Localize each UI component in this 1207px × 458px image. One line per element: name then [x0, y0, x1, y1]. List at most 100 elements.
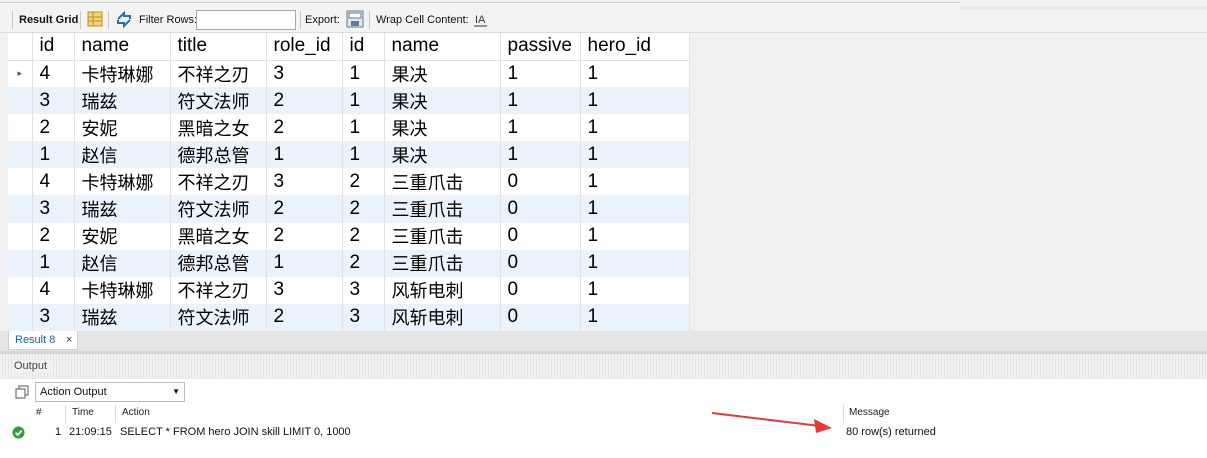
cell-passive[interactable]: 0 [500, 168, 581, 196]
row-marker[interactable] [8, 114, 33, 142]
cell-skill-id[interactable]: 1 [342, 87, 385, 115]
cell-name[interactable]: 卡特琳娜 [74, 276, 171, 304]
table-row[interactable]: 1 赵信 德邦总管 1 1 果决 1 1 [8, 141, 690, 169]
result-tab[interactable]: Result 8 × [8, 331, 78, 350]
cell-skill-id[interactable]: 3 [342, 276, 385, 304]
cell-hero-id[interactable]: 1 [580, 168, 690, 196]
close-icon[interactable]: × [66, 331, 72, 349]
cell-id[interactable]: 4 [32, 276, 75, 304]
cell-skill-name[interactable]: 三重爪击 [384, 168, 501, 196]
grid-view-icon[interactable] [86, 10, 104, 28]
cell-title[interactable]: 不祥之刃 [170, 276, 267, 304]
cell-skill-id[interactable]: 3 [342, 303, 385, 331]
cell-id[interactable]: 2 [32, 222, 75, 250]
cell-role-id[interactable]: 3 [266, 276, 343, 304]
cell-name[interactable]: 瑞兹 [74, 87, 171, 115]
cell-skill-name[interactable]: 风斩电刺 [384, 276, 501, 304]
log-header-action[interactable]: Action [122, 407, 150, 418]
cell-role-id[interactable]: 2 [266, 87, 343, 115]
output-log-row[interactable]: 1 21:09:15 SELECT * FROM hero JOIN skill… [0, 423, 1207, 443]
cell-passive[interactable]: 1 [500, 60, 581, 88]
cell-hero-id[interactable]: 1 [580, 60, 690, 88]
column-header-hero-id[interactable]: hero_id [580, 33, 690, 61]
cell-skill-name[interactable]: 三重爪击 [384, 195, 501, 223]
cell-id[interactable]: 4 [32, 60, 75, 88]
cell-id[interactable]: 3 [32, 195, 75, 223]
cell-id[interactable]: 1 [32, 141, 75, 169]
table-row[interactable]: 4 卡特琳娜 不祥之刃 3 2 三重爪击 0 1 [8, 168, 690, 196]
cell-role-id[interactable]: 3 [266, 168, 343, 196]
cell-role-id[interactable]: 2 [266, 195, 343, 223]
cell-id[interactable]: 4 [32, 168, 75, 196]
cell-skill-id[interactable]: 2 [342, 222, 385, 250]
cell-id[interactable]: 1 [32, 249, 75, 277]
cell-title[interactable]: 不祥之刃 [170, 60, 267, 88]
table-row[interactable]: 3 瑞兹 符文法师 2 1 果决 1 1 [8, 87, 690, 115]
refresh-icon[interactable] [115, 10, 133, 28]
log-header-message[interactable]: Message [849, 407, 890, 418]
cell-hero-id[interactable]: 1 [580, 249, 690, 277]
table-row[interactable]: 2 安妮 黑暗之女 2 1 果决 1 1 [8, 114, 690, 142]
cell-passive[interactable]: 0 [500, 195, 581, 223]
table-row[interactable]: 3 瑞兹 符文法师 2 3 风斩电刺 0 1 [8, 303, 690, 331]
output-type-select[interactable]: Action Output ▼ [35, 382, 185, 402]
column-header-id[interactable]: id [32, 33, 75, 61]
cell-skill-name[interactable]: 风斩电刺 [384, 303, 501, 331]
wrap-text-icon[interactable]: IA [472, 10, 490, 28]
cell-name[interactable]: 安妮 [74, 114, 171, 142]
column-header-title[interactable]: title [170, 33, 267, 61]
row-marker[interactable] [8, 141, 33, 169]
cell-passive[interactable]: 0 [500, 303, 581, 331]
cell-hero-id[interactable]: 1 [580, 141, 690, 169]
row-marker[interactable] [8, 168, 33, 196]
cell-id[interactable]: 3 [32, 303, 75, 331]
cell-hero-id[interactable]: 1 [580, 276, 690, 304]
cell-title[interactable]: 德邦总管 [170, 141, 267, 169]
column-header-role-id[interactable]: role_id [266, 33, 343, 61]
cell-name[interactable]: 瑞兹 [74, 195, 171, 223]
cell-passive[interactable]: 1 [500, 114, 581, 142]
cell-skill-id[interactable]: 1 [342, 60, 385, 88]
cell-title[interactable]: 符文法师 [170, 195, 267, 223]
cell-title[interactable]: 符文法师 [170, 87, 267, 115]
filter-rows-input[interactable] [196, 10, 296, 30]
cell-role-id[interactable]: 2 [266, 114, 343, 142]
cell-skill-name[interactable]: 果决 [384, 60, 501, 88]
cell-passive[interactable]: 1 [500, 141, 581, 169]
cell-skill-name[interactable]: 果决 [384, 141, 501, 169]
cell-role-id[interactable]: 1 [266, 249, 343, 277]
cell-passive[interactable]: 1 [500, 87, 581, 115]
cell-skill-id[interactable]: 2 [342, 195, 385, 223]
row-marker[interactable] [8, 303, 33, 331]
cell-title[interactable]: 不祥之刃 [170, 168, 267, 196]
cell-hero-id[interactable]: 1 [580, 222, 690, 250]
cell-skill-id[interactable]: 1 [342, 141, 385, 169]
cell-skill-name[interactable]: 三重爪击 [384, 222, 501, 250]
row-marker[interactable] [8, 249, 33, 277]
cell-passive[interactable]: 0 [500, 249, 581, 277]
cell-skill-name[interactable]: 果决 [384, 87, 501, 115]
cell-title[interactable]: 黑暗之女 [170, 222, 267, 250]
export-icon[interactable] [346, 10, 364, 28]
cell-title[interactable]: 黑暗之女 [170, 114, 267, 142]
cell-skill-id[interactable]: 2 [342, 249, 385, 277]
cell-hero-id[interactable]: 1 [580, 87, 690, 115]
cell-id[interactable]: 2 [32, 114, 75, 142]
cell-role-id[interactable]: 3 [266, 60, 343, 88]
cell-skill-name[interactable]: 果决 [384, 114, 501, 142]
column-header-passive[interactable]: passive [500, 33, 581, 61]
cell-name[interactable]: 卡特琳娜 [74, 168, 171, 196]
cell-title[interactable]: 符文法师 [170, 303, 267, 331]
result-grid-tab[interactable]: Result Grid [19, 11, 78, 29]
cell-skill-id[interactable]: 2 [342, 168, 385, 196]
column-header-skill-id[interactable]: id [342, 33, 385, 61]
cell-hero-id[interactable]: 1 [580, 303, 690, 331]
cell-name[interactable]: 安妮 [74, 222, 171, 250]
table-row[interactable]: 3 瑞兹 符文法师 2 2 三重爪击 0 1 [8, 195, 690, 223]
row-marker[interactable] [8, 195, 33, 223]
cell-name[interactable]: 卡特琳娜 [74, 60, 171, 88]
row-marker[interactable] [8, 222, 33, 250]
cell-passive[interactable]: 0 [500, 222, 581, 250]
table-row[interactable]: 4 卡特琳娜 不祥之刃 3 3 风斩电刺 0 1 [8, 276, 690, 304]
cell-title[interactable]: 德邦总管 [170, 249, 267, 277]
